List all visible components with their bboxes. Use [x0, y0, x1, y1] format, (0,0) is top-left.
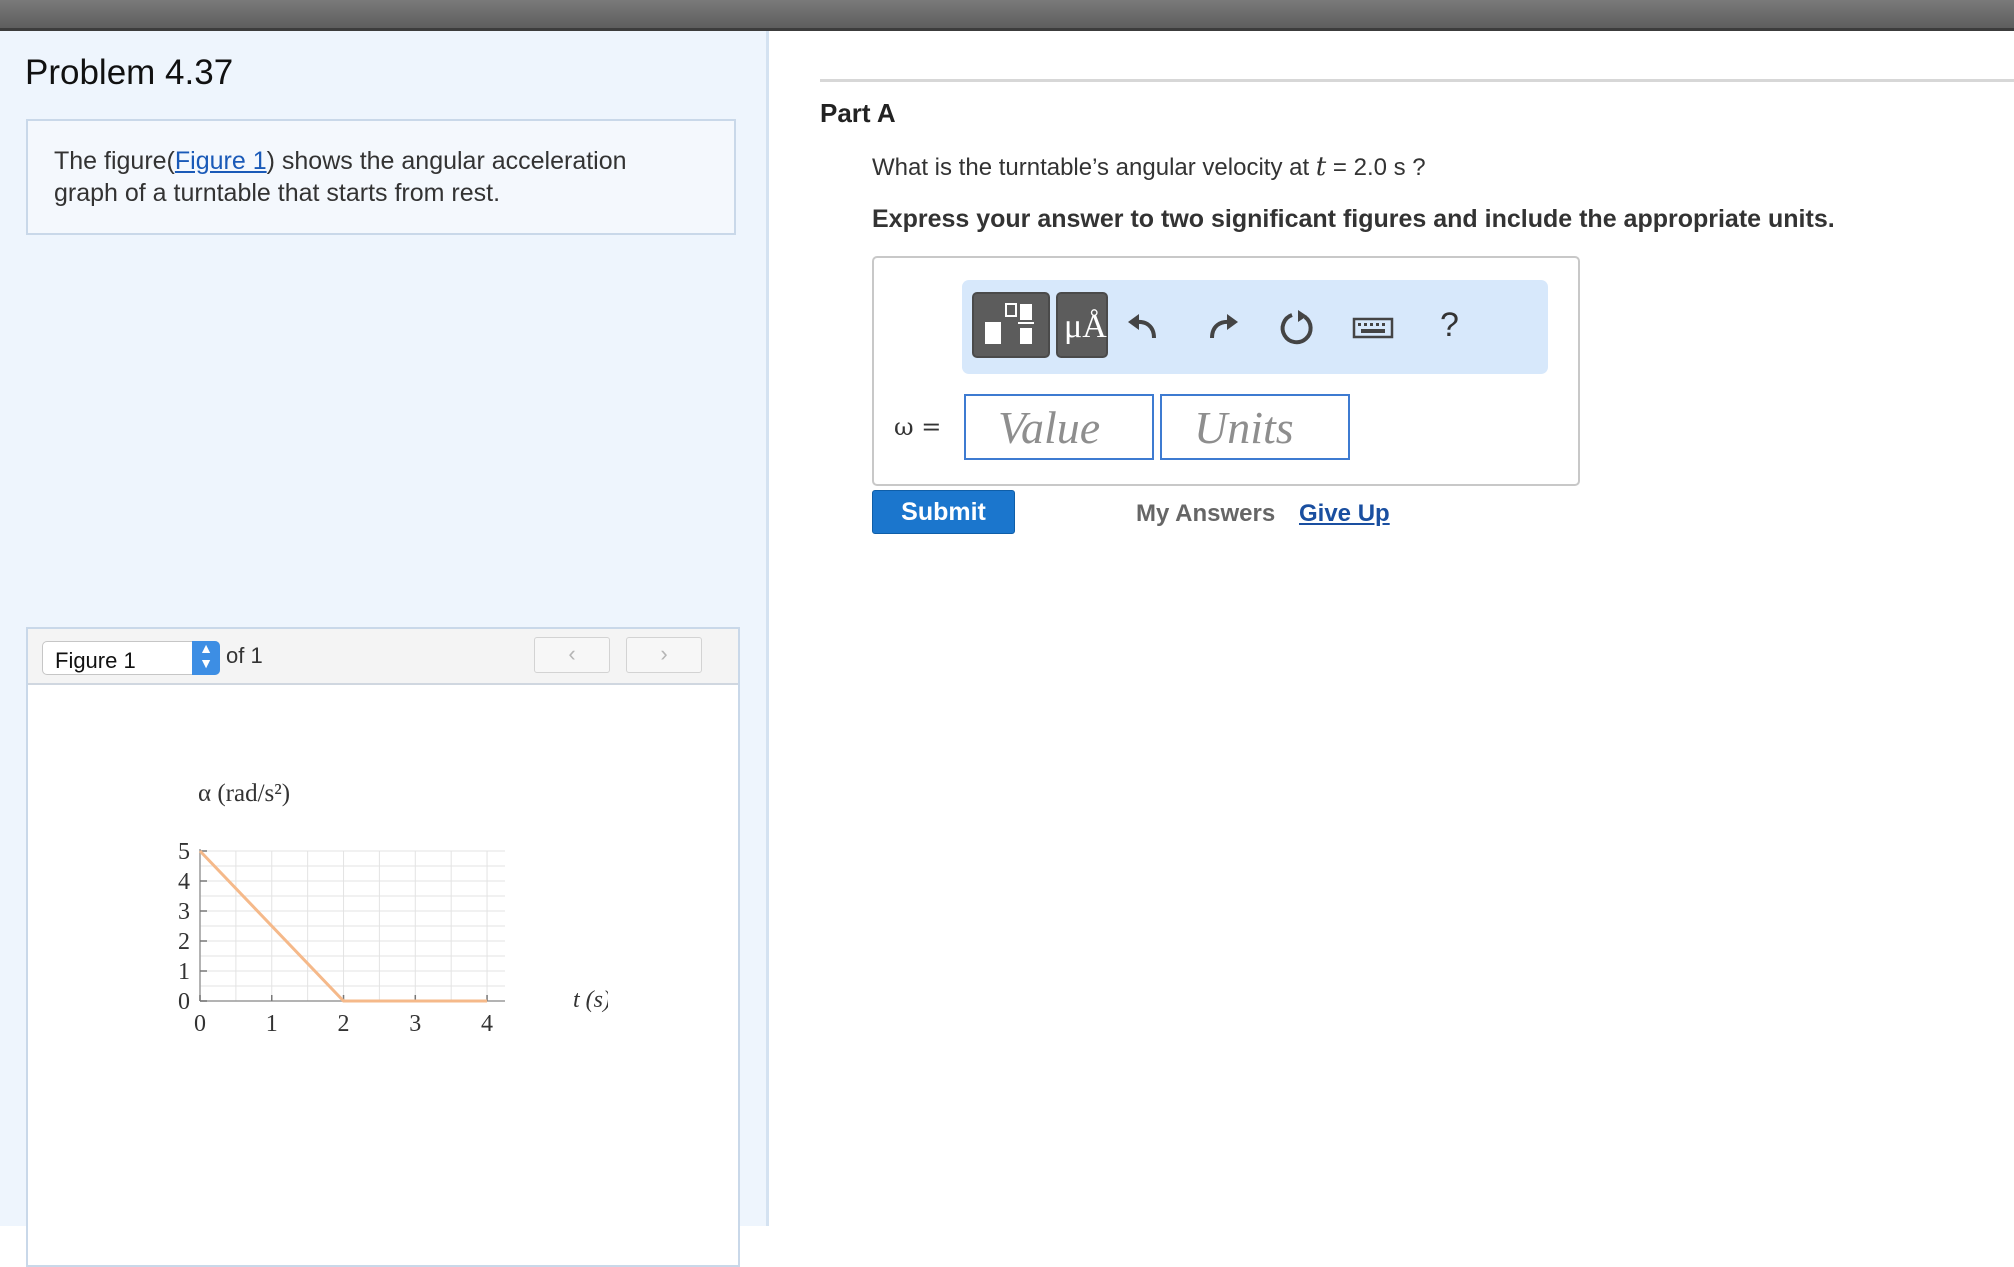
question-prefix: What is the turntable’s angular velocity…: [872, 154, 1310, 181]
keyboard-icon: [1352, 317, 1394, 339]
problem-title: Problem 4.37: [25, 53, 234, 92]
problem-intro-box: The figure(Figure 1) shows the angular a…: [26, 119, 736, 235]
math-toolbar: μÅ ?: [962, 280, 1548, 374]
templates-button[interactable]: [972, 292, 1050, 358]
omega-label: ω =: [894, 413, 942, 441]
reset-icon: [1280, 310, 1313, 345]
reset-button[interactable]: [1272, 302, 1322, 352]
figure-select-value: Figure 1: [55, 648, 136, 673]
window-top-bar: [0, 0, 2014, 31]
redo-icon: [1210, 314, 1238, 339]
answer-box: μÅ ? ω = Value Units: [872, 256, 1580, 486]
my-answers-link[interactable]: My Answers: [1136, 500, 1275, 528]
angular-acceleration-chart: 0123450 1 2 3 4 α (rad/s²) t (s): [178, 780, 608, 1037]
x-axis-label: t (s): [573, 987, 608, 1013]
question-suffix: = 2.0 s ?: [1332, 154, 1426, 181]
help-icon: ?: [1440, 306, 1459, 344]
give-up-link[interactable]: Give Up: [1299, 500, 1390, 528]
part-title: Part A: [820, 98, 896, 128]
y-tick-label: 1: [178, 959, 190, 985]
part-divider: [820, 79, 2014, 82]
select-arrows-icon: ▲ ▼: [192, 641, 220, 675]
y-tick-label: 0: [178, 989, 190, 1015]
units-input[interactable]: [1160, 394, 1350, 460]
y-axis-label: α (rad/s²): [198, 780, 290, 807]
problem-panel: Problem 4.37 The figure(Figure 1) shows …: [0, 31, 769, 1267]
submit-button[interactable]: Submit: [872, 490, 1015, 534]
problem-intro-text: The figure(Figure 1) shows the angular a…: [54, 145, 694, 209]
figure-count: of 1: [226, 643, 263, 668]
figure-select[interactable]: Figure 1 ▲ ▼: [42, 641, 220, 675]
y-tick-label: 2: [178, 929, 190, 955]
chevron-right-icon: ›: [660, 641, 668, 666]
question-variable: t: [1315, 152, 1327, 182]
x-tick-label: 2: [338, 1011, 350, 1037]
keyboard-button[interactable]: [1348, 302, 1398, 352]
x-tick-label: 0: [194, 1011, 206, 1037]
undo-icon: [1128, 314, 1156, 339]
intro-prefix: The figure(: [54, 147, 175, 175]
symbols-icon: μÅ: [1064, 308, 1107, 345]
prev-figure-button[interactable]: ‹: [534, 637, 610, 673]
y-tick-label: 4: [178, 869, 190, 895]
undo-button[interactable]: [1120, 302, 1170, 352]
y-tick-label: 5: [178, 839, 190, 865]
figure-toolbar: Figure 1 ▲ ▼ of 1 ‹ ›: [28, 629, 738, 685]
value-input[interactable]: [964, 394, 1154, 460]
answer-instructions: Express your answer to two significant f…: [872, 205, 1835, 233]
figure-panel: Figure 1 ▲ ▼ of 1 ‹ › 01234501234 α (rad/…: [26, 627, 740, 1267]
x-tick-label: 3: [409, 1011, 421, 1037]
x-tick-label: 4: [481, 1011, 493, 1037]
chart-ticks: 0123450 1 2 3 4: [178, 839, 493, 1037]
templates-icon: [985, 303, 1034, 344]
chart-grid: [200, 850, 505, 1001]
redo-button[interactable]: [1196, 302, 1246, 352]
x-tick-label: 1: [266, 1011, 278, 1037]
chart-axes: [199, 849, 505, 1002]
help-button[interactable]: ?: [1424, 302, 1474, 352]
figure-link[interactable]: Figure 1: [175, 147, 267, 175]
y-tick-label: 3: [178, 899, 190, 925]
symbols-button[interactable]: μÅ: [1056, 292, 1108, 358]
next-figure-button[interactable]: ›: [626, 637, 702, 673]
question-text: What is the turntable’s angular velocity…: [872, 152, 1426, 182]
chevron-left-icon: ‹: [568, 641, 576, 666]
